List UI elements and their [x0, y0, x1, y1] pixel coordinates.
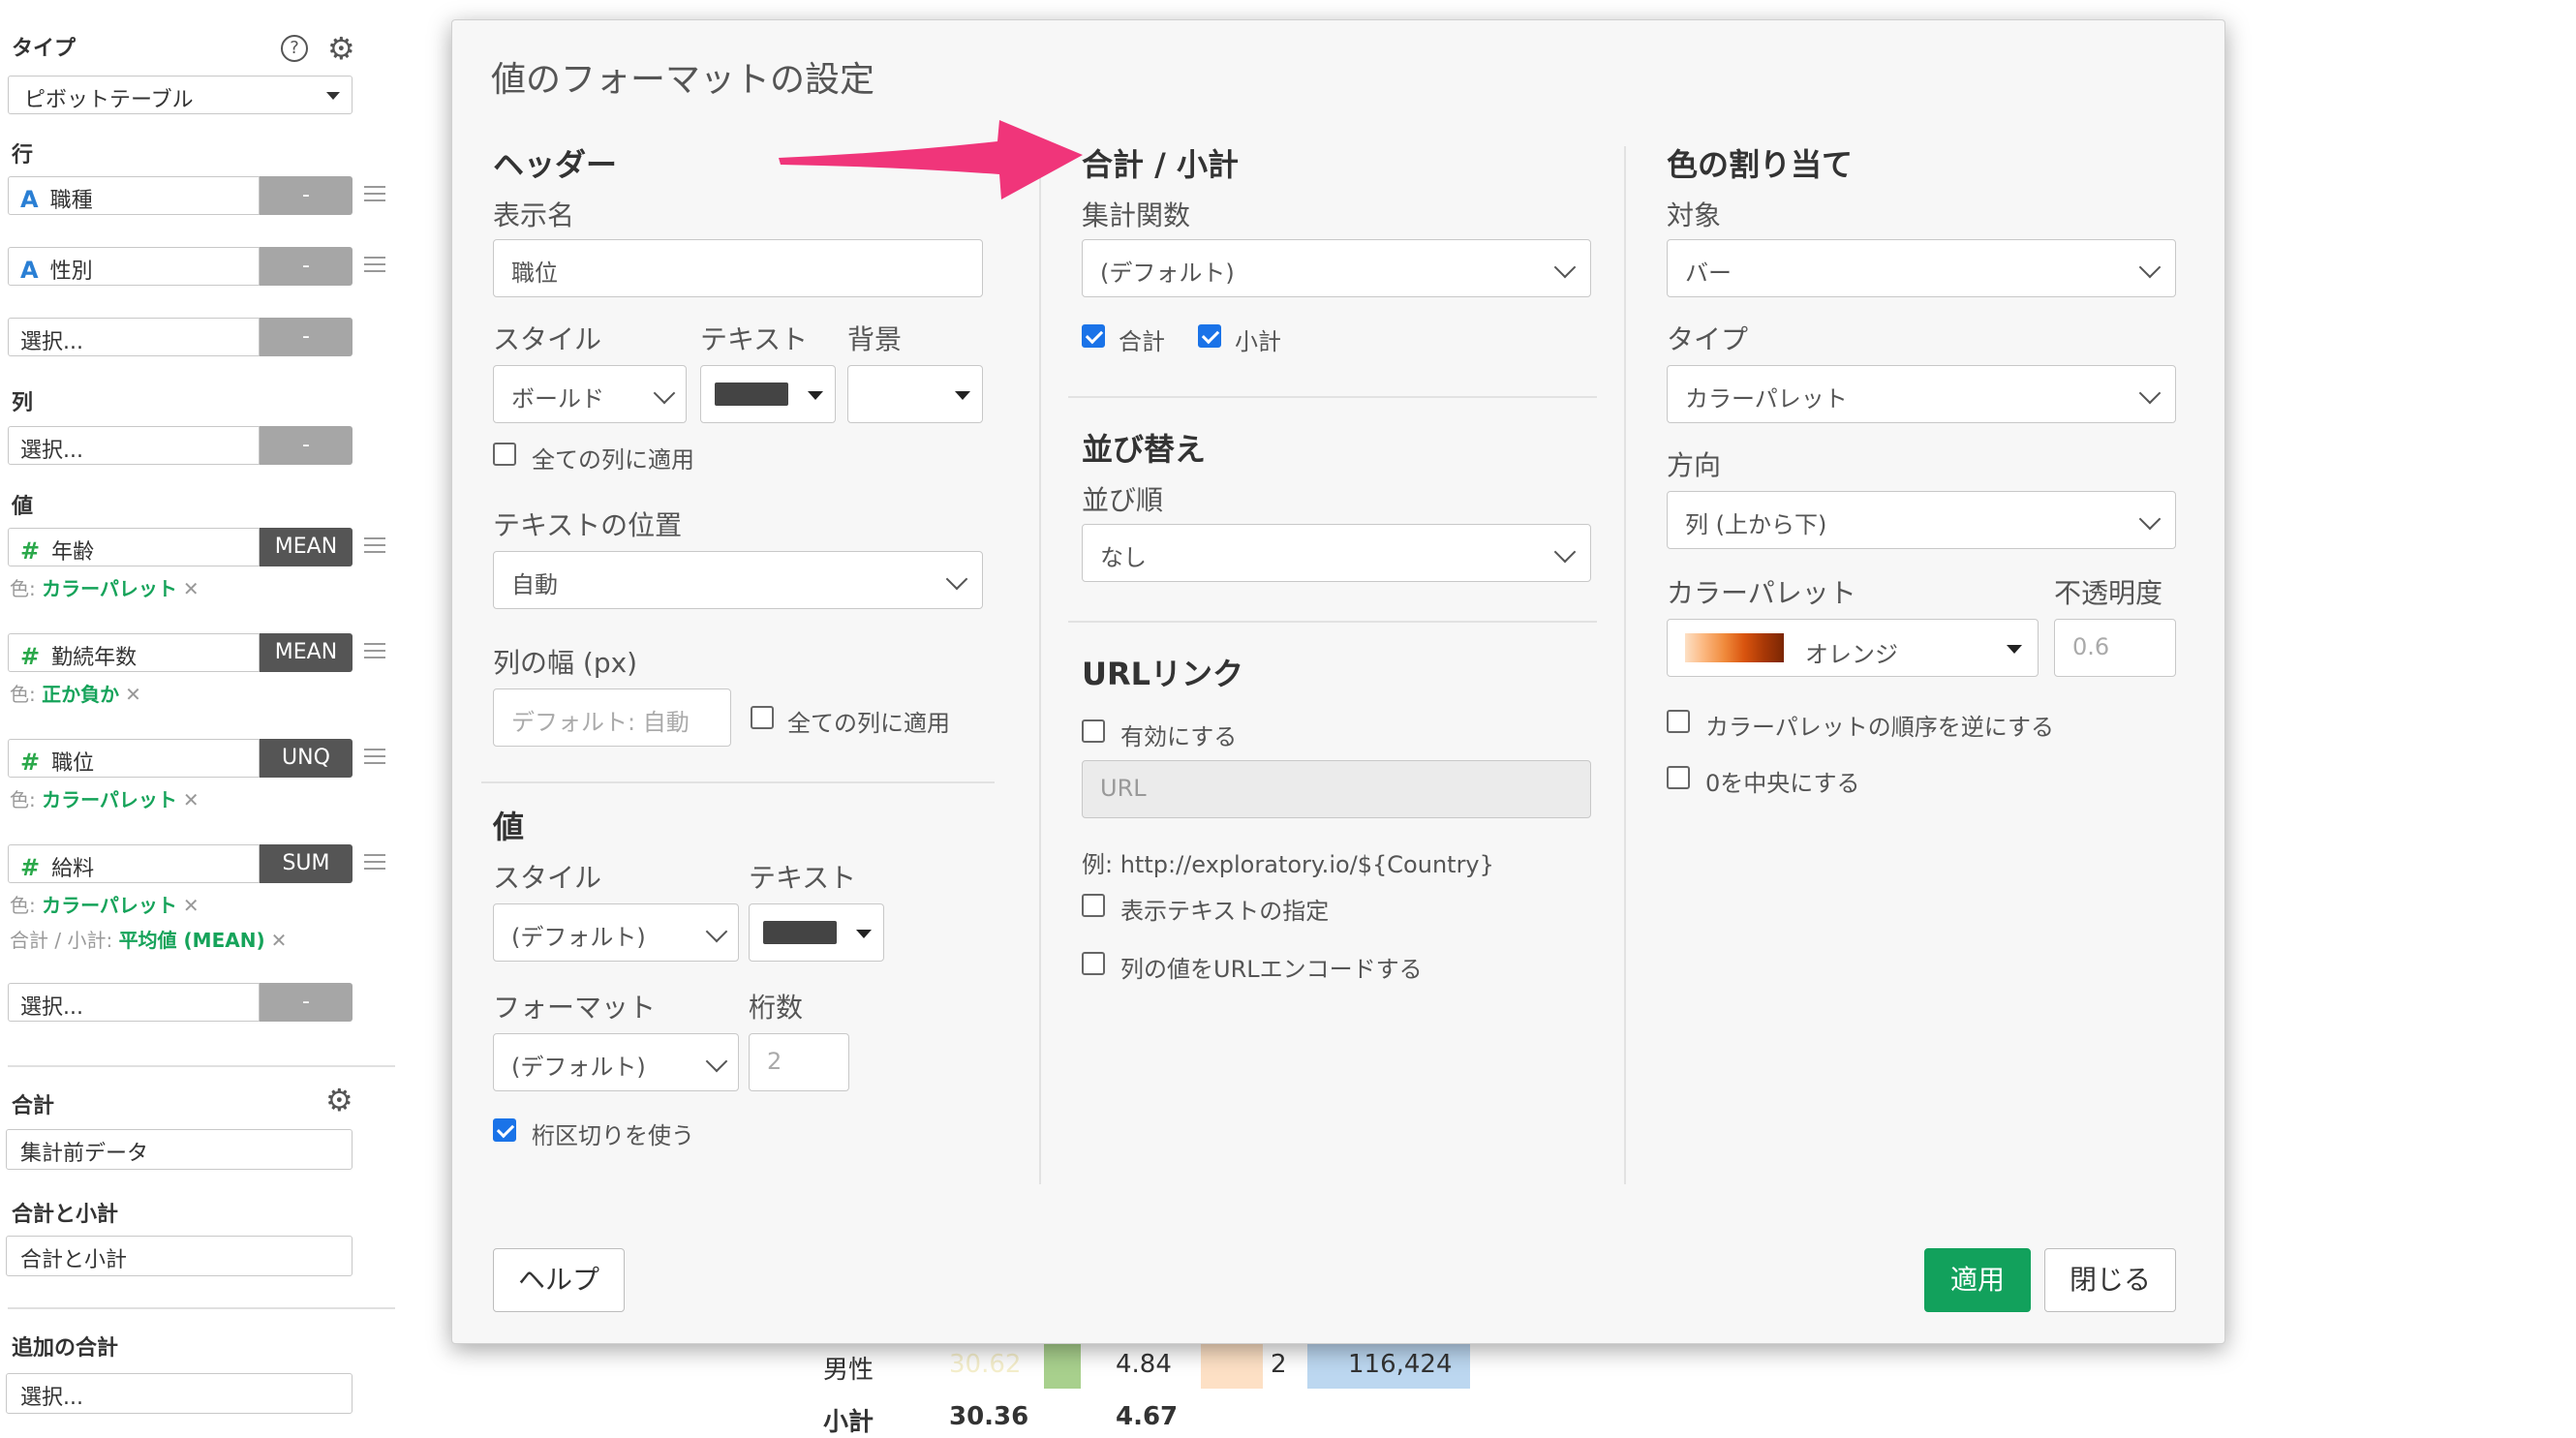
annotation-arrow-icon [779, 120, 1083, 199]
